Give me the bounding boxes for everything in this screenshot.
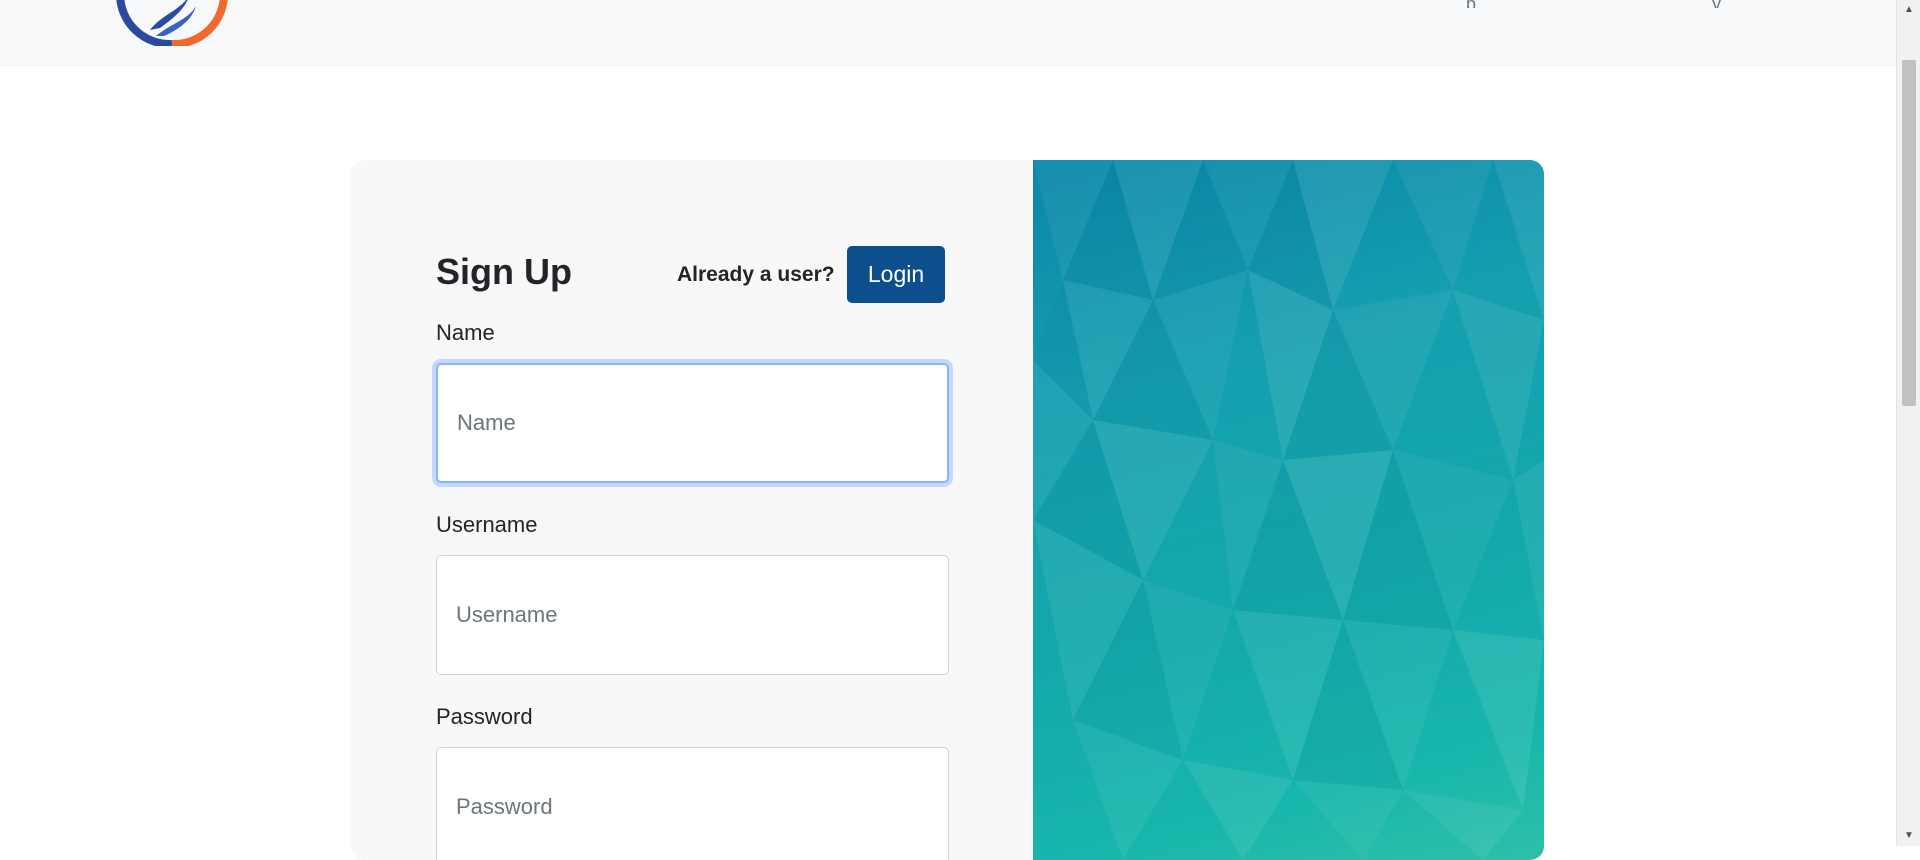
top-navbar: p y xyxy=(0,0,1896,66)
decorative-pattern-panel xyxy=(1033,160,1544,860)
password-input[interactable] xyxy=(436,747,949,860)
username-label: Username xyxy=(436,512,538,537)
nav-link-partial[interactable]: p xyxy=(1466,0,1476,8)
name-label: Name xyxy=(436,320,495,345)
login-button[interactable]: Login xyxy=(847,246,945,303)
vertical-scrollbar[interactable]: ▲ ▼ xyxy=(1896,0,1920,846)
page-title: Sign Up xyxy=(436,251,572,292)
nav-link-partial[interactable]: y xyxy=(1712,0,1721,8)
signup-card: Sign Up Already a user? Login Name Usern… xyxy=(351,160,1544,860)
signup-form-panel: Sign Up Already a user? Login Name Usern… xyxy=(351,160,1033,860)
scrollbar-thumb[interactable] xyxy=(1902,60,1916,406)
already-user-text: Already a user? xyxy=(677,263,835,286)
low-poly-pattern xyxy=(1033,160,1544,860)
name-input[interactable] xyxy=(436,363,949,483)
triangle-up-icon[interactable]: ▲ xyxy=(1897,0,1920,20)
triangle-down-icon[interactable]: ▼ xyxy=(1897,826,1920,846)
brand-logo-icon[interactable] xyxy=(112,0,232,46)
username-input[interactable] xyxy=(436,555,949,675)
password-label: Password xyxy=(436,704,533,729)
